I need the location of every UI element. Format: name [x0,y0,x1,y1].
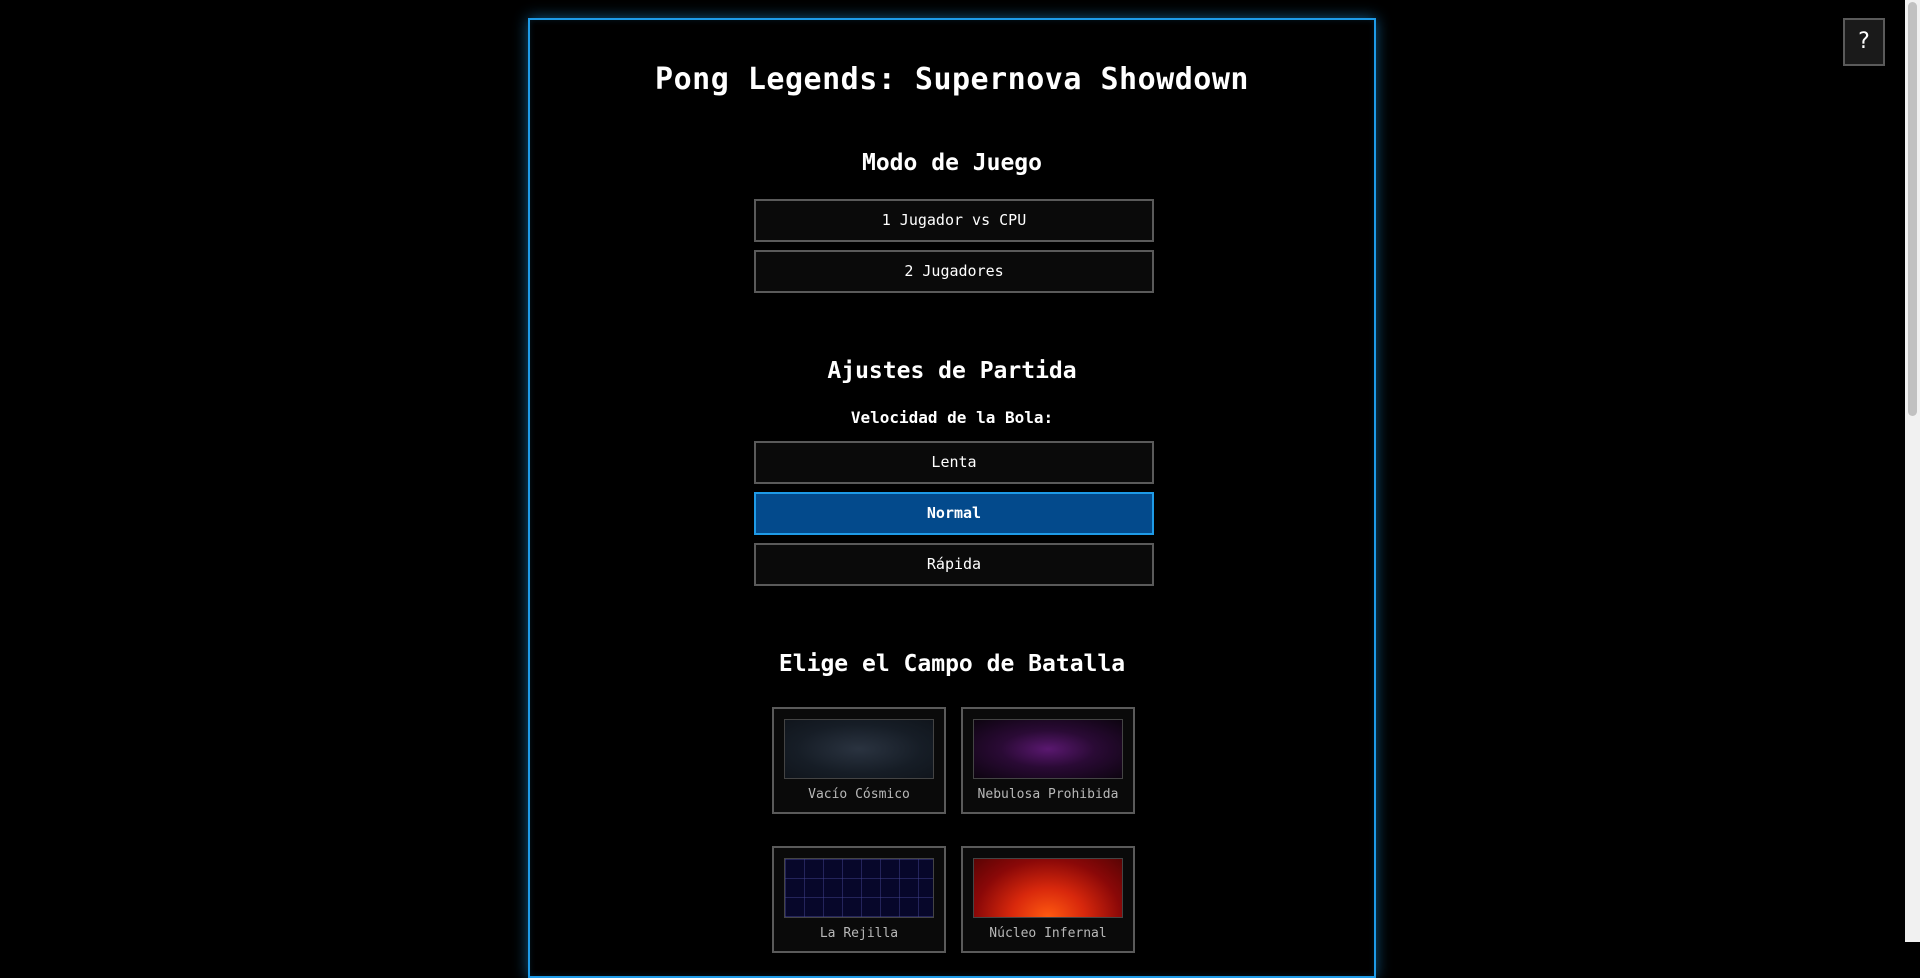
field-card-la-rejilla[interactable]: La Rejilla [772,846,946,953]
speed-normal-button[interactable]: Normal [754,492,1154,535]
field-preview-image [784,719,934,779]
field-label: Nebulosa Prohibida [977,787,1119,802]
field-preview-image [784,858,934,918]
field-label: La Rejilla [819,926,899,941]
scrollbar-thumb[interactable] [1908,2,1917,416]
game-title: Pong Legends: Supernova Showdown [655,62,1249,97]
field-card-nucleo-infernal[interactable]: Núcleo Infernal [961,846,1135,953]
mode-1-player-vs-cpu-button[interactable]: 1 Jugador vs CPU [754,199,1154,242]
mode-2-players-button[interactable]: 2 Jugadores [754,250,1154,293]
vertical-scrollbar[interactable] [1905,0,1920,942]
battlefield-heading: Elige el Campo de Batalla [778,651,1126,677]
field-preview-image [973,719,1123,779]
field-label: Vacío Cósmico [808,787,910,802]
help-button[interactable]: ? [1843,18,1885,66]
speed-fast-button[interactable]: Rápida [754,543,1154,586]
field-card-vacio-cosmico[interactable]: Vacío Cósmico [772,707,946,814]
field-preview-image [973,858,1123,918]
speed-slow-button[interactable]: Lenta [754,441,1154,484]
match-settings-heading: Ajustes de Partida [827,358,1077,384]
main-menu-panel: Pong Legends: Supernova Showdown Modo de… [528,18,1376,978]
game-mode-heading: Modo de Juego [861,150,1042,176]
field-card-nebulosa-prohibida[interactable]: Nebulosa Prohibida [961,707,1135,814]
field-label: Núcleo Infernal [989,926,1107,941]
ball-speed-label: Velocidad de la Bola: [850,408,1054,427]
